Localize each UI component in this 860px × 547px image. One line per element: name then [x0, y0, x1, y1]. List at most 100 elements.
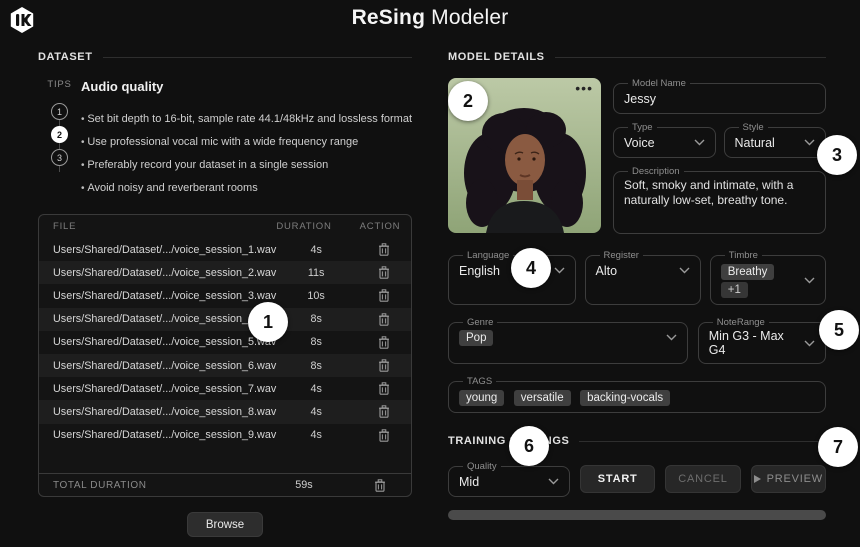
register-dropdown[interactable]: Register Alto: [585, 250, 701, 305]
table-row: Users/Shared/Dataset/.../voice_session_6…: [39, 354, 411, 377]
trash-icon: [378, 429, 390, 442]
trash-icon: [378, 405, 390, 418]
section-divider: [579, 441, 826, 442]
description-field[interactable]: Description Soft, smoky and intimate, wi…: [613, 166, 826, 234]
delete-file-button[interactable]: [376, 241, 392, 258]
language-label: Language: [463, 250, 513, 261]
tip-bullet: Use professional vocal mic with a wide f…: [81, 131, 412, 154]
file-path: Users/Shared/Dataset/.../voice_session_8…: [53, 406, 276, 418]
file-path: Users/Shared/Dataset/.../voice_session_4…: [53, 313, 276, 325]
quality-dropdown[interactable]: Quality Mid: [448, 461, 570, 497]
tips-content: Audio quality Set bit depth to 16-bit, s…: [81, 79, 412, 200]
tip-bullet: Preferably record your dataset in a sing…: [81, 154, 412, 177]
file-duration: 11s: [276, 267, 356, 279]
delete-file-button[interactable]: [376, 264, 392, 281]
file-duration: 8s: [276, 313, 356, 325]
delete-file-button[interactable]: [376, 427, 392, 444]
description-input[interactable]: Soft, smoky and intimate, with a natural…: [624, 178, 815, 222]
delete-file-button[interactable]: [376, 357, 392, 374]
file-path: Users/Shared/Dataset/.../voice_session_3…: [53, 290, 276, 302]
genre-dropdown[interactable]: Genre Pop: [448, 317, 688, 364]
style-dropdown[interactable]: Style Natural: [724, 122, 827, 158]
preview-button[interactable]: PREVIEW: [751, 465, 826, 493]
chevron-down-icon: [804, 277, 815, 284]
trash-icon: [378, 289, 390, 302]
note-range-label: NoteRange: [713, 317, 769, 328]
genre-label: Genre: [463, 317, 497, 328]
step-circle[interactable]: 3: [51, 149, 68, 166]
step-connector: [59, 166, 60, 172]
style-label: Style: [739, 122, 768, 133]
section-divider: [555, 57, 826, 58]
chevron-down-icon: [679, 267, 690, 274]
model-section-title: MODEL DETAILS: [448, 51, 545, 63]
model-details-panel: MODEL DETAILS: [448, 51, 826, 520]
tags-field[interactable]: TAGS young versatile backing-vocals: [448, 376, 826, 413]
file-duration: 10s: [276, 290, 356, 302]
type-dropdown[interactable]: Type Voice: [613, 122, 716, 158]
genre-chip: Pop: [459, 330, 493, 346]
start-button[interactable]: START: [580, 465, 655, 493]
trash-icon: [378, 359, 390, 372]
register-value: Alto: [596, 264, 618, 278]
model-name-input[interactable]: [624, 92, 815, 106]
cancel-button[interactable]: CANCEL: [665, 465, 740, 493]
chevron-down-icon: [804, 139, 815, 146]
chevron-down-icon: [694, 139, 705, 146]
delete-file-button[interactable]: [376, 287, 392, 304]
step-circle[interactable]: 1: [51, 103, 68, 120]
delete-file-button[interactable]: [376, 403, 392, 420]
chevron-down-icon: [554, 267, 565, 274]
trash-icon: [374, 479, 386, 492]
section-divider: [103, 57, 412, 58]
callout-4: 4: [511, 248, 551, 288]
dataset-section-head: DATASET: [38, 51, 412, 63]
file-path: Users/Shared/Dataset/.../voice_session_6…: [53, 360, 276, 372]
total-duration-label: TOTAL DURATION: [53, 480, 259, 491]
callout-7: 7: [818, 427, 858, 467]
tag-chip[interactable]: young: [459, 390, 504, 406]
callout-3: 3: [817, 135, 857, 175]
file-table-header: FILE DURATION ACTION: [39, 215, 411, 238]
callout-1: 1: [248, 302, 288, 342]
table-spacer: [39, 447, 411, 473]
tip-bullet: Set bit depth to 16-bit, sample rate 44.…: [81, 108, 412, 131]
chevron-down-icon: [666, 334, 677, 341]
delete-file-button[interactable]: [376, 311, 392, 328]
training-section-head: TRAINING SETTINGS: [448, 435, 826, 447]
language-dropdown[interactable]: Language English: [448, 250, 576, 305]
browse-button[interactable]: Browse: [187, 512, 263, 537]
timbre-dropdown[interactable]: Timbre Breathy+1: [710, 250, 826, 305]
table-row: Users/Shared/Dataset/.../voice_session_3…: [39, 284, 411, 307]
column-header-file: FILE: [53, 221, 259, 232]
table-row: Users/Shared/Dataset/.../voice_session_4…: [39, 308, 411, 331]
file-duration: 4s: [276, 383, 356, 395]
delete-all-button[interactable]: [372, 477, 388, 494]
register-label: Register: [600, 250, 643, 261]
model-name-field[interactable]: Model Name: [613, 78, 826, 114]
chevron-down-icon: [548, 478, 559, 485]
model-name-label: Model Name: [628, 78, 690, 89]
delete-file-button[interactable]: [376, 334, 392, 351]
trash-icon: [378, 243, 390, 256]
table-row: Users/Shared/Dataset/.../voice_session_1…: [39, 238, 411, 261]
step-circle[interactable]: 2: [51, 126, 68, 143]
file-duration: 8s: [276, 360, 356, 372]
model-section-head: MODEL DETAILS: [448, 51, 826, 63]
avatar-menu-icon[interactable]: •••: [575, 80, 593, 96]
tag-chip[interactable]: versatile: [514, 390, 571, 406]
tips-stepper: 1 2 3: [51, 103, 68, 172]
note-range-dropdown[interactable]: NoteRange Min G3 - Max G4: [698, 317, 826, 364]
file-path: Users/Shared/Dataset/.../voice_session_5…: [53, 336, 276, 348]
file-table: FILE DURATION ACTION Users/Shared/Datase…: [38, 214, 412, 497]
trash-icon: [378, 382, 390, 395]
callout-6: 6: [509, 426, 549, 466]
quality-value: Mid: [459, 475, 479, 489]
delete-file-button[interactable]: [376, 380, 392, 397]
trash-icon: [378, 336, 390, 349]
tags-label: TAGS: [463, 376, 496, 387]
file-path: Users/Shared/Dataset/.../voice_session_2…: [53, 267, 276, 279]
column-header-duration: DURATION: [259, 221, 349, 232]
tag-chip[interactable]: backing-vocals: [580, 390, 670, 406]
file-duration: 4s: [276, 429, 356, 441]
